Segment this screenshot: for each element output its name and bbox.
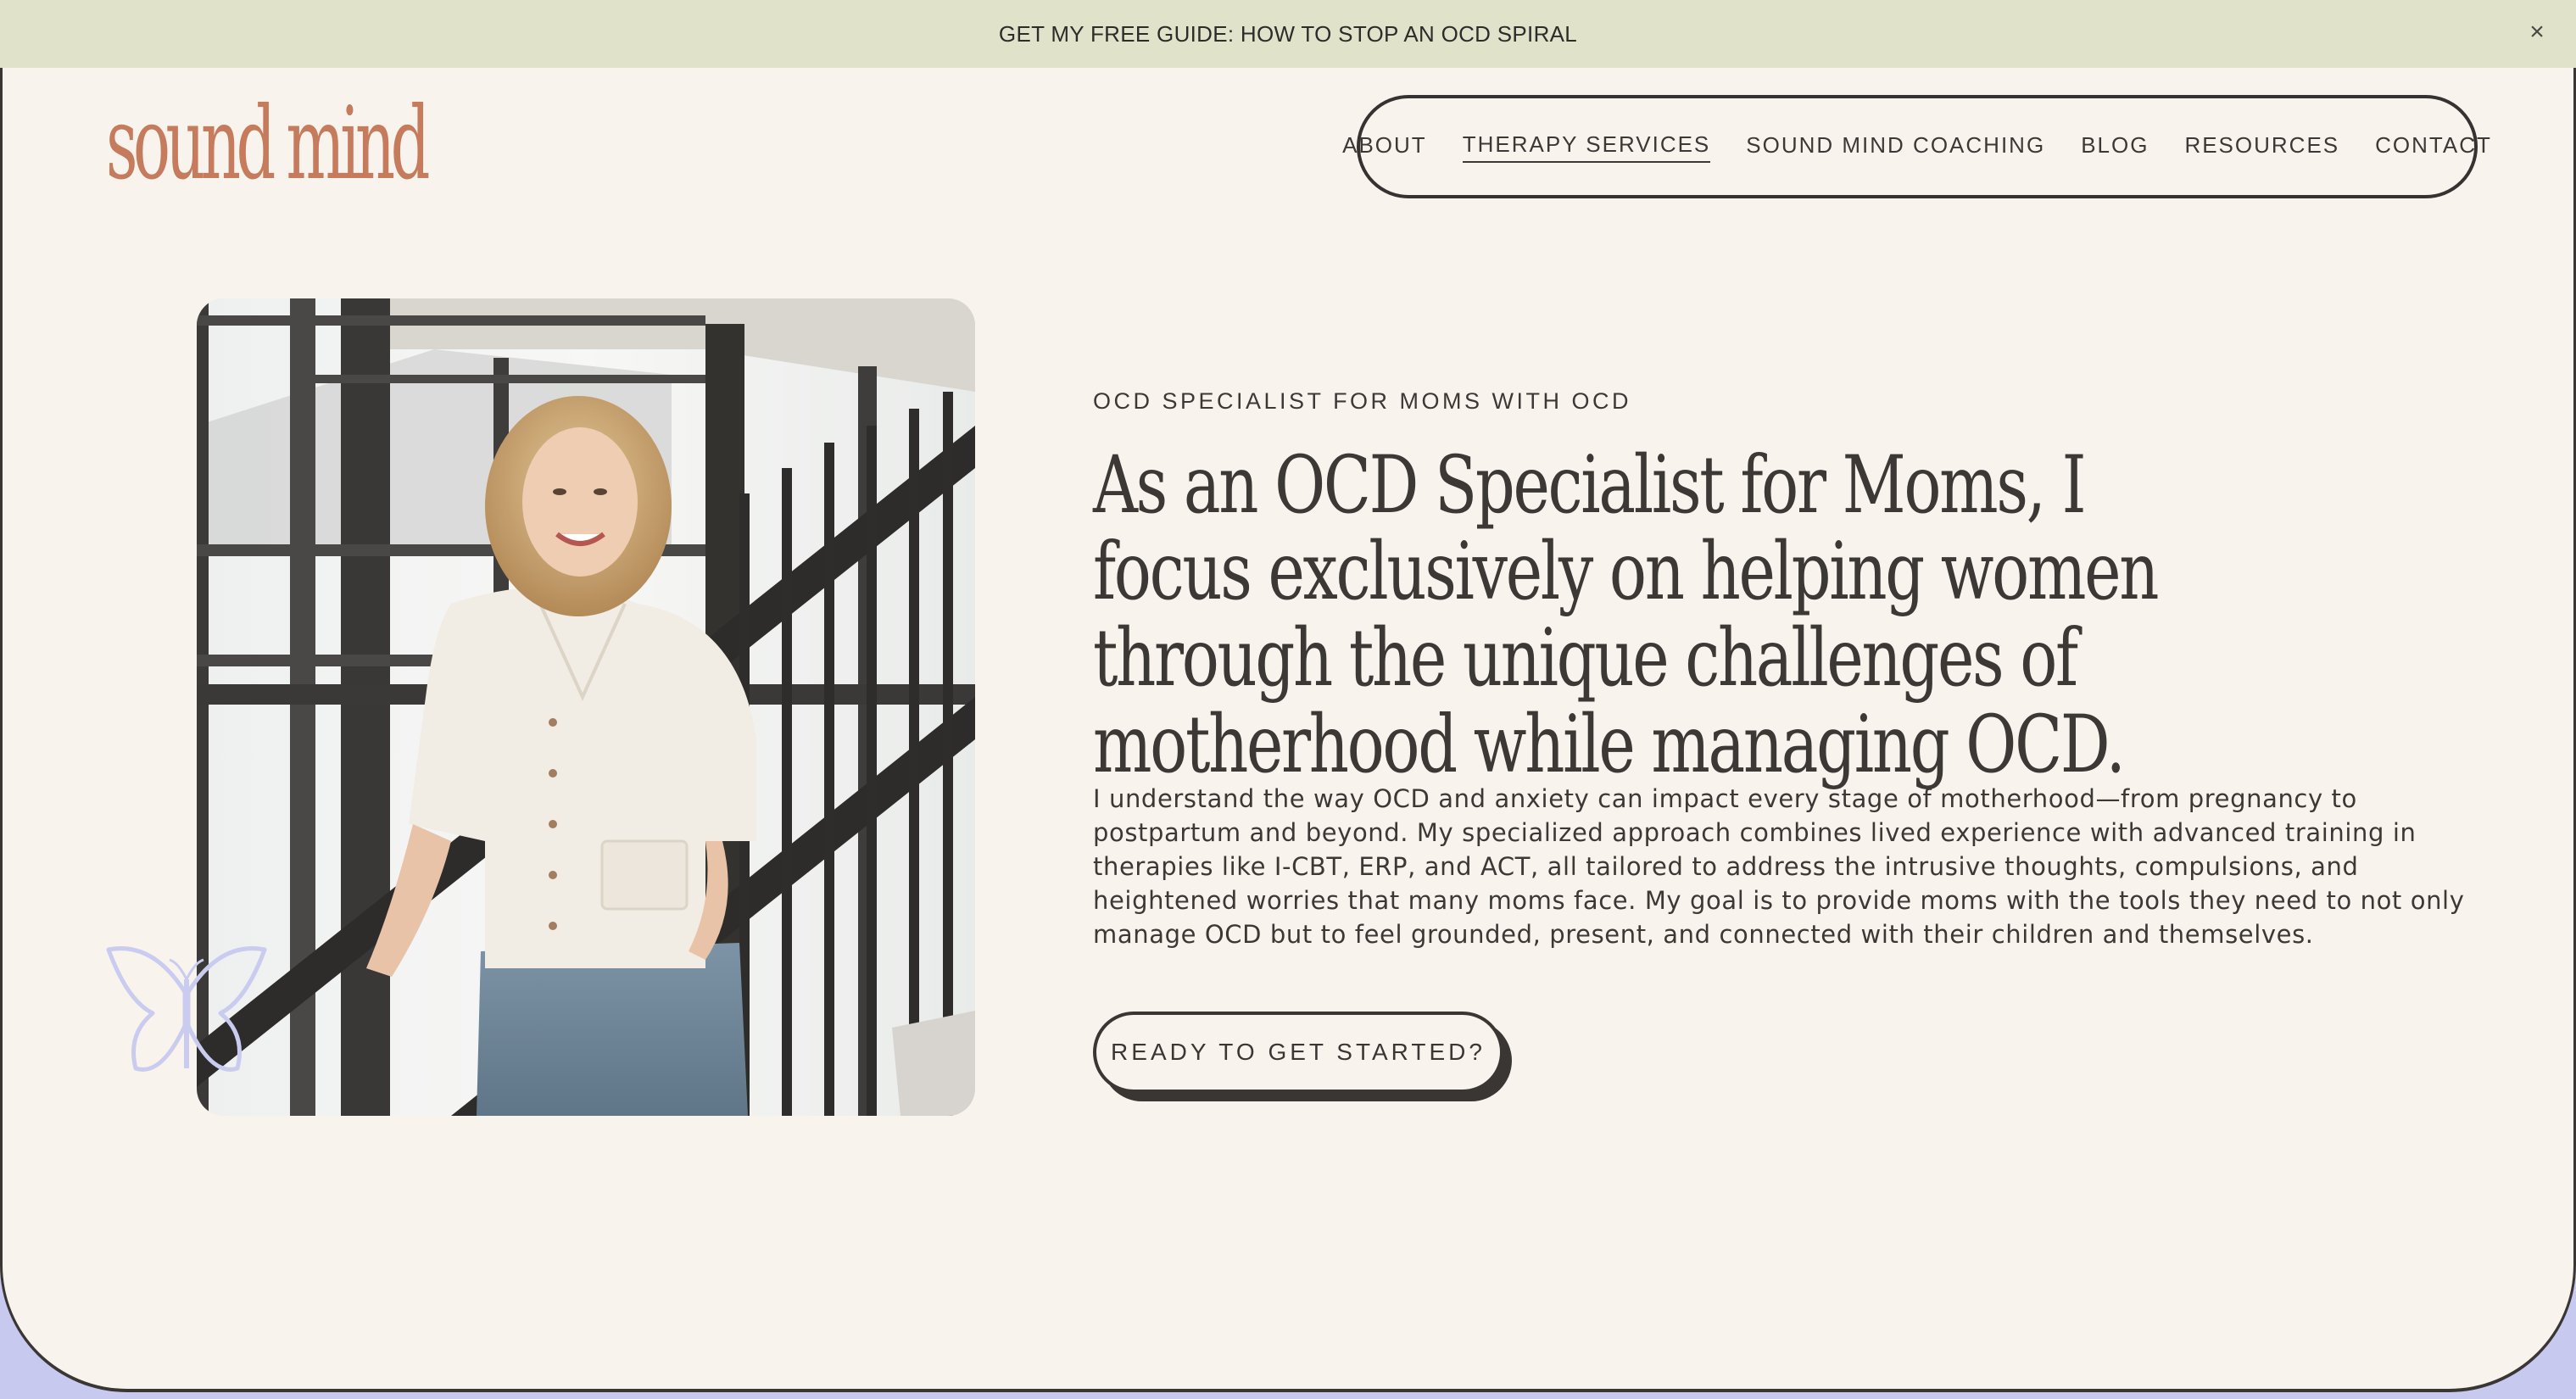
- hero-body-text: I understand the way OCD and anxiety can…: [1093, 784, 2465, 949]
- nav-item-about[interactable]: ABOUT: [1342, 132, 1427, 162]
- nav-item-contact[interactable]: CONTACT: [2375, 132, 2492, 162]
- nav-item-blog[interactable]: BLOG: [2081, 132, 2149, 162]
- hero-portrait-image: [197, 298, 975, 1116]
- get-started-button[interactable]: READY TO GET STARTED?: [1093, 1012, 1503, 1093]
- nav-item-sound-mind-coaching[interactable]: SOUND MIND COACHING: [1746, 132, 2045, 162]
- announcement-text[interactable]: GET MY FREE GUIDE: HOW TO STOP AN OCD SP…: [999, 21, 1577, 47]
- close-icon[interactable]: ×: [2520, 15, 2554, 49]
- hero-eyebrow: OCD SPECIALIST FOR MOMS WITH OCD: [1093, 388, 1632, 414]
- site-logo[interactable]: sound mind: [106, 93, 430, 193]
- announcement-bar[interactable]: GET MY FREE GUIDE: HOW TO STOP AN OCD SP…: [0, 0, 2576, 68]
- hero-headline: As an OCD Specialist for Moms, I focus e…: [1093, 439, 2159, 791]
- nav-item-therapy-services[interactable]: THERAPY SERVICES: [1462, 131, 1711, 163]
- cta-container: READY TO GET STARTED?: [1093, 1012, 1515, 1105]
- nav-item-resources[interactable]: RESOURCES: [2184, 132, 2339, 162]
- main-nav: ABOUT THERAPY SERVICES SOUND MIND COACHI…: [1342, 95, 2490, 198]
- butterfly-icon: [106, 946, 267, 1072]
- page: GET MY FREE GUIDE: HOW TO STOP AN OCD SP…: [0, 0, 2576, 1399]
